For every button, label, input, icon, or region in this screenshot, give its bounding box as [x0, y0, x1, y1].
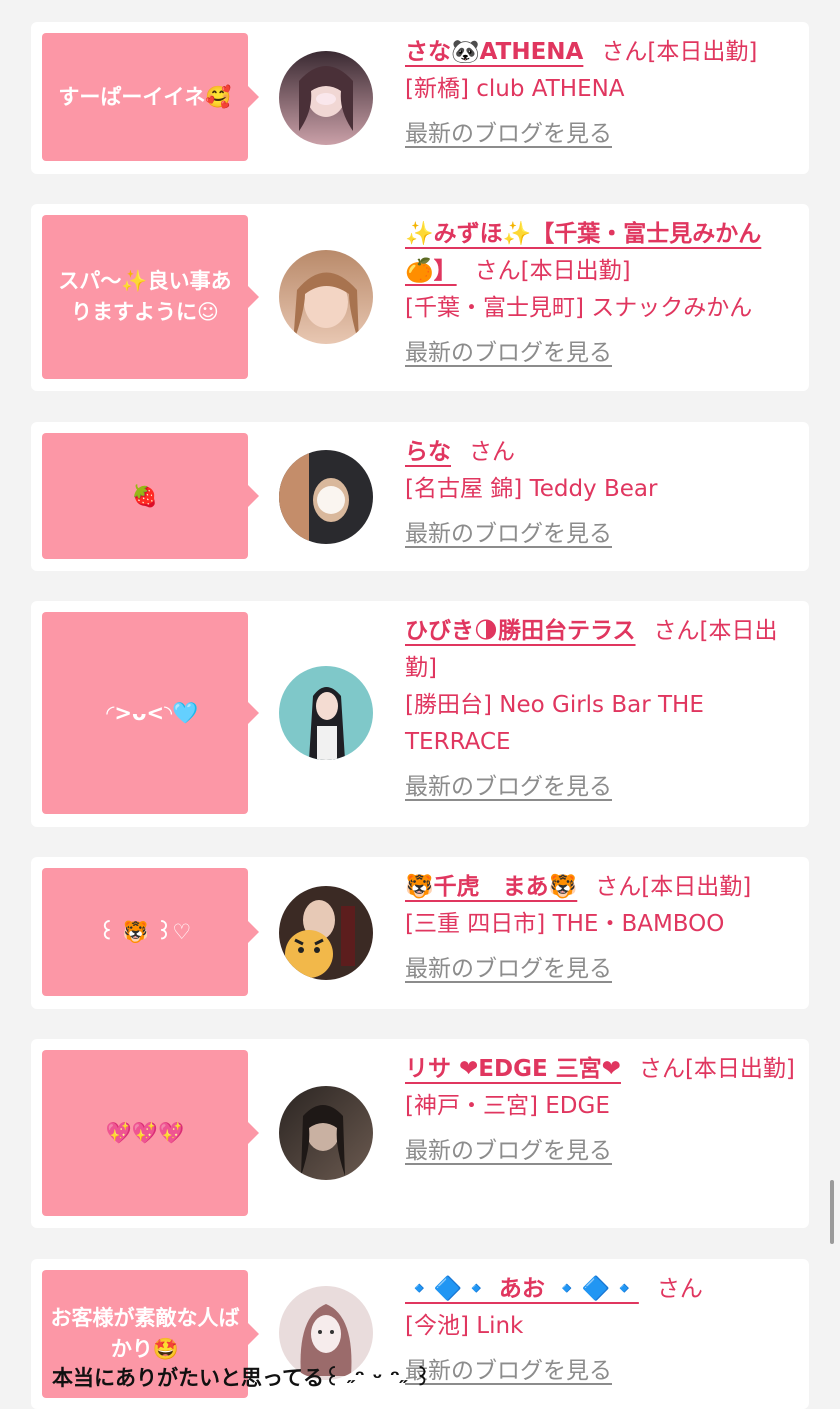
post-card: スパ〜✨良い事ありますように☺ ✨みずほ✨【千葉・富士見みかん🍊】 さん[本日出勤…	[31, 204, 809, 391]
post-info: 🔹🔷🔹 あお 🔹🔷🔹 さん [今池] Link 最新のブログを見る	[405, 1271, 797, 1390]
shop-name: [勝田台] Neo Girls Bar THE TERRACE	[405, 692, 704, 755]
cast-name-link[interactable]: 🔹🔷🔹 あお 🔹🔷🔹	[405, 1276, 639, 1302]
cast-name-link[interactable]: リサ ❤EDGE 三宮❤	[405, 1056, 621, 1082]
view-blog-link[interactable]: 最新のブログを見る	[405, 769, 612, 806]
post-card: ︎ ︎ ◜>ᴗ<◝🩵 ひびき🌗勝田台テラス さん[本日出勤] [勝田台] Neo …	[31, 601, 809, 827]
avatar[interactable]	[279, 51, 373, 145]
comment-bubble: ꒰ 🐯 ꒱♡	[42, 868, 259, 996]
post-info: らな さん [名古屋 錦] Teddy Bear 最新のブログを見る	[405, 434, 797, 553]
comment-bubble: すーぱーイイネ🥰	[42, 33, 259, 161]
avatar[interactable]	[279, 666, 373, 760]
avatar[interactable]	[279, 1086, 373, 1180]
cast-name-link[interactable]: さな🐼ATHENA	[405, 39, 583, 65]
post-card: 🍓 らな さん [名古屋 錦] Teddy Bear 最新のブログを見る	[31, 422, 809, 571]
post-info: 🐯千虎 まあ🐯 さん[本日出勤] [三重 四日市] THE・BAMBOO 最新のブ…	[405, 869, 797, 988]
view-blog-link[interactable]: 最新のブログを見る	[405, 516, 612, 553]
scrollbar[interactable]	[830, 1180, 834, 1244]
avatar[interactable]	[279, 250, 373, 344]
post-card: ꒰ 🐯 ꒱♡ 🐯千虎 まあ🐯 さん[本日出勤] [三重 四日市] THE・BAMB…	[31, 857, 809, 1009]
avatar[interactable]	[279, 886, 373, 980]
comment-bubble: スパ〜✨良い事ありますように☺	[42, 215, 259, 379]
shop-name: [千葉・富士見町] スナックみかん	[405, 295, 753, 321]
comment-bubble: 💖💖💖	[42, 1050, 259, 1216]
shop-name: [新橋] club ATHENA	[405, 76, 625, 102]
view-blog-link[interactable]: 最新のブログを見る	[405, 1353, 612, 1390]
cast-name-link[interactable]: ひびき🌗勝田台テラス	[405, 618, 636, 644]
cast-suffix: さん[本日出勤]	[601, 39, 758, 65]
cast-suffix: さん	[469, 439, 515, 465]
post-info: さな🐼ATHENA さん[本日出勤] [新橋] club ATHENA 最新のブロ…	[405, 34, 797, 153]
shop-name: [今池] Link	[405, 1313, 524, 1339]
shop-name: [神戸・三宮] EDGE	[405, 1093, 610, 1119]
post-card: すーぱーイイネ🥰 さな🐼ATHENA さん[本日出勤] [新橋] club ATH…	[31, 22, 809, 174]
shop-name: [名古屋 錦] Teddy Bear	[405, 476, 658, 502]
view-blog-link[interactable]: 最新のブログを見る	[405, 1133, 612, 1170]
post-card: 💖💖💖 リサ ❤EDGE 三宮❤ さん[本日出勤] [神戸・三宮] EDGE 最新…	[31, 1039, 809, 1228]
cast-name-link[interactable]: 🐯千虎 まあ🐯	[405, 874, 577, 900]
overlay-caption: 本当にありがたいと思ってる꒰ ˶ᵔ ᵕ ᵔ˶ ꒱	[52, 1366, 431, 1390]
post-info: ✨みずほ✨【千葉・富士見みかん🍊】 さん[本日出勤] [千葉・富士見町] スナック…	[405, 216, 797, 372]
view-blog-link[interactable]: 最新のブログを見る	[405, 335, 612, 372]
post-info: リサ ❤EDGE 三宮❤ さん[本日出勤] [神戸・三宮] EDGE 最新のブログ…	[405, 1051, 797, 1170]
comment-bubble: ︎ ︎ ◜>ᴗ<◝🩵	[42, 612, 259, 814]
avatar[interactable]	[279, 450, 373, 544]
comment-bubble: 🍓	[42, 433, 259, 559]
cast-suffix: さん[本日出勤]	[595, 874, 752, 900]
cast-suffix: さん[本日出勤]	[474, 258, 631, 284]
post-info: ひびき🌗勝田台テラス さん[本日出勤] [勝田台] Neo Girls Bar T…	[405, 613, 797, 806]
cast-name-link[interactable]: らな	[405, 439, 451, 465]
view-blog-link[interactable]: 最新のブログを見る	[405, 116, 612, 153]
shop-name: [三重 四日市] THE・BAMBOO	[405, 911, 725, 937]
cast-suffix: さん	[656, 1276, 703, 1302]
view-blog-link[interactable]: 最新のブログを見る	[405, 951, 612, 988]
cast-suffix: さん[本日出勤]	[638, 1056, 795, 1082]
